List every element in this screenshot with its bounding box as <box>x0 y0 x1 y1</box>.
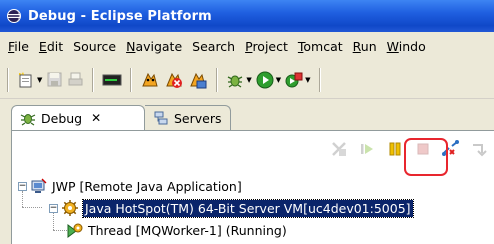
debug-icon[interactable]: ▼ <box>226 66 252 94</box>
menu-navigate[interactable]: Navigate <box>121 39 187 54</box>
external-tools-icon[interactable]: ▼ <box>285 66 311 94</box>
menu-window[interactable]: Windo <box>382 39 431 54</box>
tomcat-start-icon[interactable] <box>140 66 160 94</box>
window-titlebar: Debug - Eclipse Platform <box>0 0 494 32</box>
step-into-icon[interactable] <box>467 137 491 161</box>
tree-node-label: JWP [Remote Java Application] <box>52 178 242 194</box>
tree-node-label: Thread [MQWorker-1] (Running) <box>88 222 287 238</box>
menu-project[interactable]: Project <box>240 39 293 54</box>
resume-icon[interactable] <box>355 137 379 161</box>
eclipse-icon <box>5 8 22 25</box>
tomcat-restart-icon[interactable] <box>188 66 208 94</box>
toolbar-separator <box>92 67 95 92</box>
debug-target-icon <box>61 199 79 217</box>
tab-debug[interactable]: Debug ✕ <box>11 105 145 130</box>
print-icon[interactable] <box>67 66 84 94</box>
toolbar-separator <box>7 67 9 92</box>
tree-row[interactable]: − JWP [Remote Java Application] <box>12 175 494 197</box>
debug-pane: − JWP [Remote Java Application] − Java H… <box>11 130 494 244</box>
menu-source[interactable]: Source <box>68 39 121 54</box>
tab-servers-label: Servers <box>174 110 222 126</box>
menu-tomcat[interactable]: Tomcat <box>293 39 348 54</box>
collapse-icon[interactable]: − <box>49 203 58 213</box>
menubar: File Edit Source Navigate Search Project… <box>0 32 494 61</box>
new-wizard-icon[interactable]: ▼ <box>17 66 42 94</box>
remote-java-app-icon <box>30 177 48 195</box>
highlight-annotation <box>404 138 448 176</box>
tree-row[interactable]: Thread [MQWorker-1] (Running) <box>12 219 494 241</box>
toolbar-separator <box>216 67 219 92</box>
menu-file[interactable]: File <box>3 39 34 54</box>
menu-run[interactable]: Run <box>348 39 382 54</box>
collapse-icon[interactable]: − <box>18 181 27 191</box>
tomcat-stop-icon[interactable] <box>164 66 184 94</box>
thread-icon <box>66 221 84 239</box>
main-toolbar: ▼ ▼ ▼ ▼ <box>0 61 494 99</box>
tab-debug-label: Debug <box>41 110 83 126</box>
tree-row[interactable]: − Java HotSpot(TM) 64-Bit Server VM[uc4d… <box>12 197 494 219</box>
run-icon[interactable]: ▼ <box>256 66 281 94</box>
debug-tree: − JWP [Remote Java Application] − Java H… <box>12 175 494 241</box>
tree-node-label: Java HotSpot(TM) 64-Bit Server VM[uc4dev… <box>82 198 414 218</box>
window-title: Debug - Eclipse Platform <box>28 8 212 24</box>
close-icon[interactable]: ✕ <box>91 111 101 125</box>
debug-icon <box>20 114 36 126</box>
remove-terminated-icon[interactable] <box>327 137 351 161</box>
view-tabs: Debug ✕ Servers <box>0 99 494 130</box>
debug-view: Debug ✕ Servers − JWP [Remote Java Appli… <box>0 99 494 244</box>
save-icon[interactable] <box>46 66 63 94</box>
console-icon[interactable] <box>102 66 122 94</box>
tab-servers[interactable]: Servers <box>145 105 231 130</box>
toolbar-separator <box>318 67 321 92</box>
menu-search[interactable]: Search <box>187 39 240 54</box>
servers-icon <box>154 111 168 125</box>
menu-edit[interactable]: Edit <box>34 39 68 54</box>
toolbar-separator <box>130 67 133 92</box>
